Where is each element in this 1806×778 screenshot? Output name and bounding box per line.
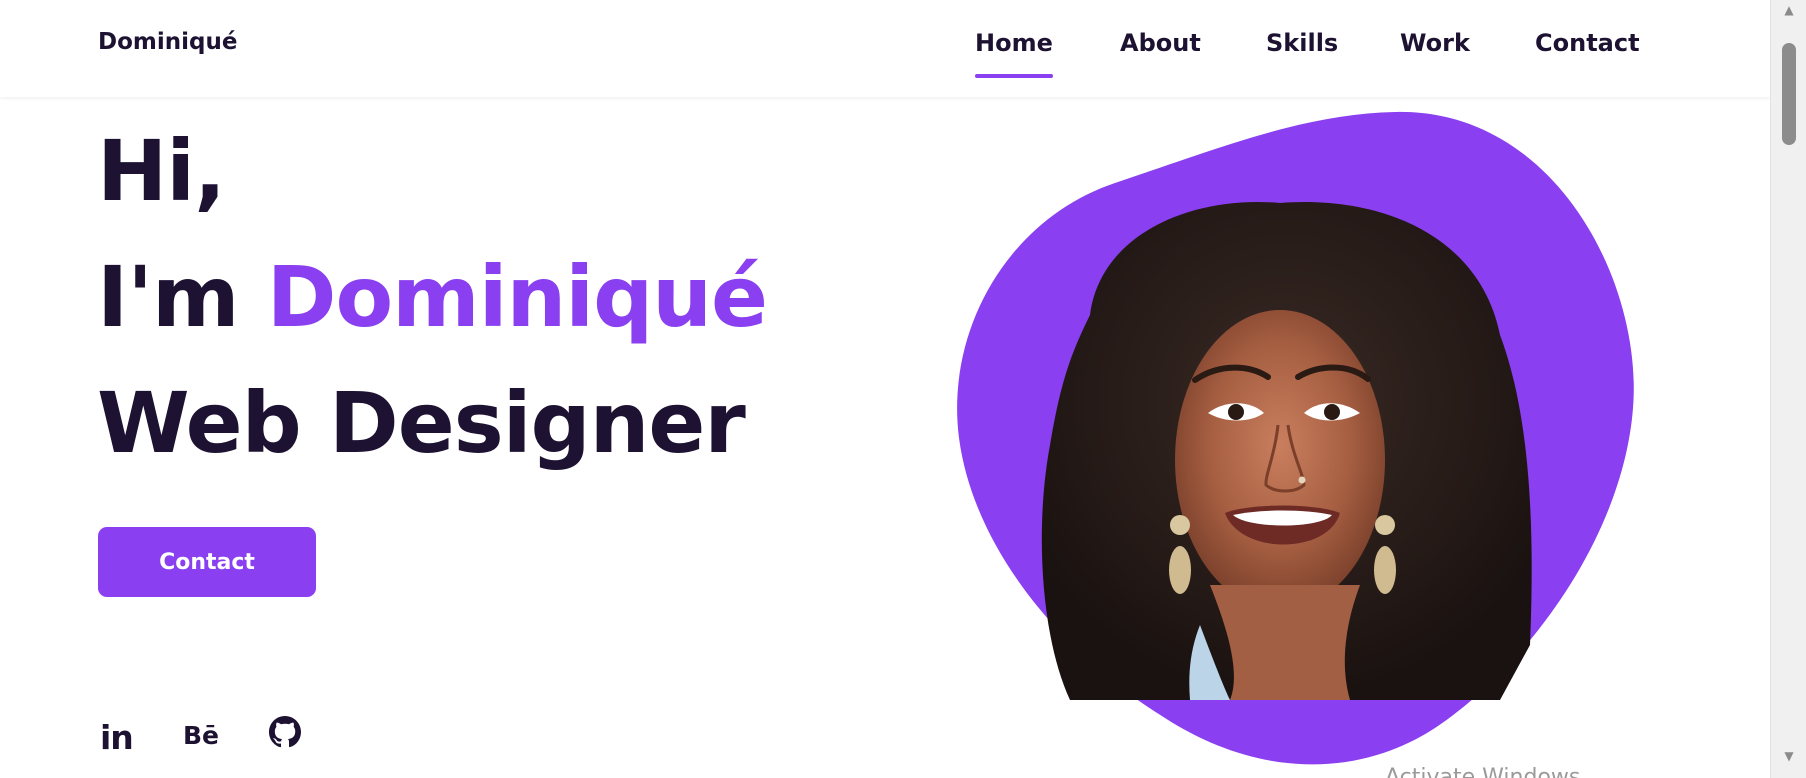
site-header: Dominiqué Home About Skills Work Contact (0, 0, 1770, 97)
scroll-down-arrow-icon[interactable]: ▼ (1771, 746, 1806, 766)
behance-icon[interactable]: Bē (183, 721, 219, 750)
nav-work[interactable]: Work (1400, 29, 1470, 57)
scrollbar-thumb[interactable] (1782, 43, 1796, 145)
hero-heading: Hi, I'm Dominiqué Web Designer (97, 108, 768, 486)
hero-role: Web Designer (97, 374, 746, 472)
nav-contact[interactable]: Contact (1535, 29, 1640, 57)
activate-windows-watermark: Activate Windows (1385, 765, 1581, 778)
contact-button[interactable]: Contact (98, 527, 316, 597)
page-viewport: Dominiqué Home About Skills Work Contact… (0, 0, 1770, 778)
linkedin-icon[interactable]: in (100, 718, 134, 757)
site-logo[interactable]: Dominiqué (98, 29, 237, 55)
github-icon[interactable] (269, 716, 301, 748)
profile-photo (1041, 201, 1532, 700)
nav-about[interactable]: About (1120, 29, 1201, 57)
vertical-scrollbar[interactable]: ▲ ▼ (1770, 0, 1806, 778)
nav-skills[interactable]: Skills (1266, 29, 1338, 57)
hero-intro-prefix: I'm (97, 248, 267, 346)
hero-name: Dominiqué (266, 248, 768, 346)
hero-intro: I'm Dominiqué (97, 234, 768, 360)
nav-home[interactable]: Home (975, 29, 1053, 78)
github-mark (269, 716, 301, 748)
scroll-up-arrow-icon[interactable]: ▲ (1771, 0, 1806, 20)
hero-greeting: Hi, (97, 122, 226, 220)
